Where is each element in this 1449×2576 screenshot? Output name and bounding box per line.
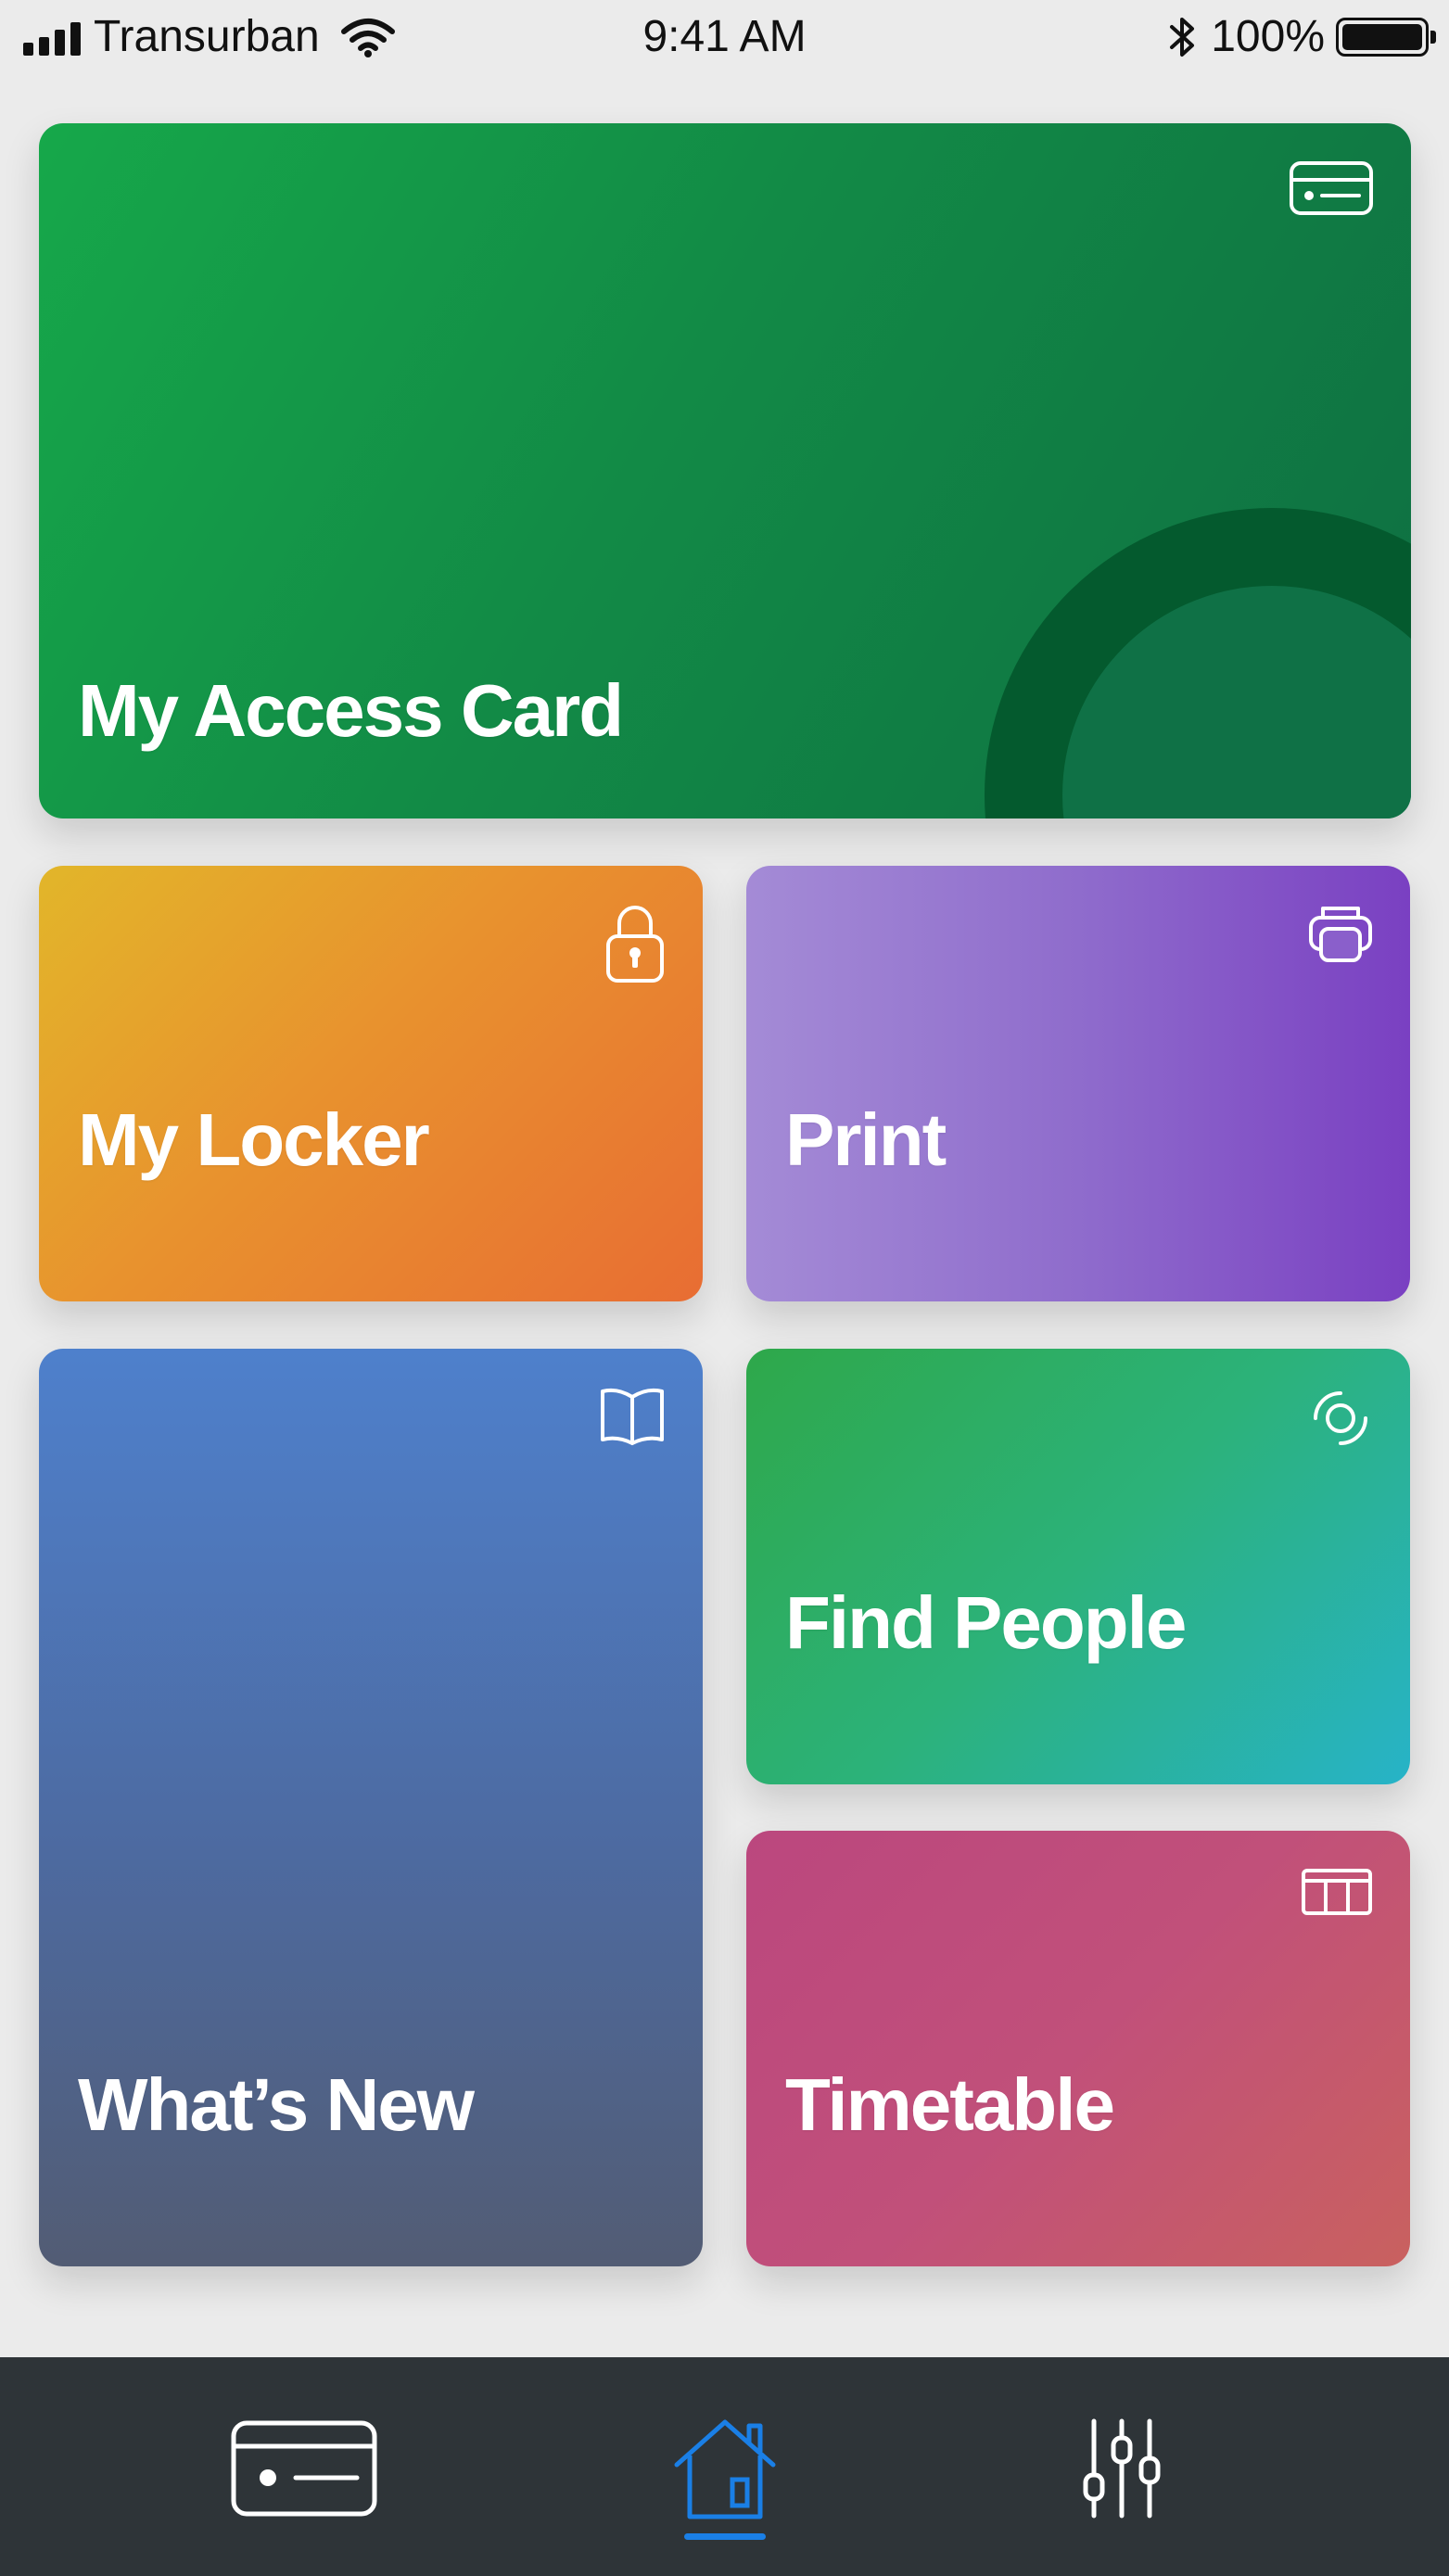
bluetooth-icon [1170, 17, 1195, 57]
tab-settings[interactable] [1048, 2413, 1196, 2524]
status-right: 100% [1168, 11, 1436, 62]
active-tab-indicator [684, 2533, 766, 2540]
decorative-ring [985, 508, 1411, 818]
printer-icon [1308, 903, 1373, 969]
tile-label: Print [785, 1098, 947, 1181]
lock-icon [604, 903, 666, 989]
radar-icon [1308, 1386, 1373, 1455]
table-icon [1301, 1868, 1373, 1921]
tab-home[interactable] [651, 2413, 799, 2524]
status-bar: Transurban 9:41 AM 100% [0, 0, 1449, 78]
book-icon [599, 1386, 666, 1452]
tile-label: My Access Card [78, 669, 624, 752]
home-icon [674, 2419, 776, 2519]
print-tile[interactable]: Print [746, 866, 1410, 1301]
access-card-tile[interactable]: My Access Card [39, 123, 1411, 818]
tile-label: Find People [785, 1581, 1187, 1664]
tab-bar [0, 2357, 1449, 2576]
sliders-icon [1083, 2418, 1161, 2519]
card-icon [231, 2420, 377, 2517]
tile-label: My Locker [78, 1098, 430, 1181]
tile-label: What’s New [78, 2063, 475, 2146]
timetable-tile[interactable]: Timetable [746, 1831, 1410, 2266]
tile-label: Timetable [785, 2063, 1115, 2146]
card-icon [1289, 160, 1374, 221]
battery-icon [1336, 17, 1436, 57]
tab-card[interactable] [230, 2413, 378, 2524]
locker-tile[interactable]: My Locker [39, 866, 703, 1301]
find-people-tile[interactable]: Find People [746, 1349, 1410, 1784]
battery-percent: 100% [1211, 12, 1325, 61]
whats-new-tile[interactable]: What’s New [39, 1349, 703, 2266]
